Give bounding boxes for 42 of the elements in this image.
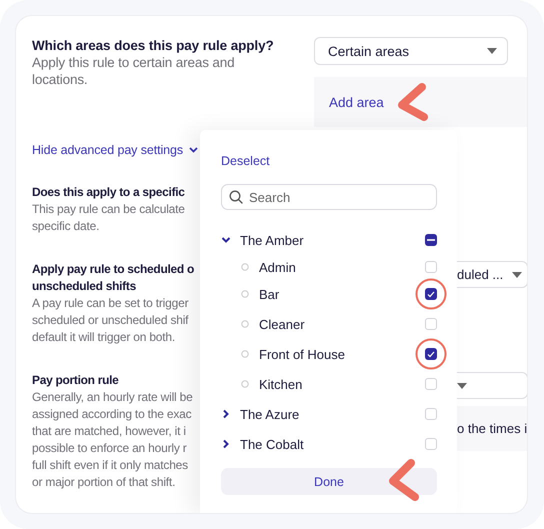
setting-description: Generally, an hourly rate will be assigned according to the exac that are matched, however, it i possible to enforce an hourly r full shift even if it only matches or major portion of that shift. — [32, 389, 193, 491]
area-item[interactable]: Front of House — [259, 346, 425, 362]
search-field[interactable]: Search — [221, 184, 437, 210]
setting-description: A pay rule can be set to trigger scheduled or unscheduled shif default it will trigger on both. — [32, 295, 188, 346]
bullet-icon — [241, 350, 249, 358]
add-area-link[interactable]: Add area — [329, 94, 384, 110]
checkbox[interactable] — [425, 234, 437, 246]
caret-icon — [487, 48, 497, 54]
deselect-link[interactable]: Deselect — [221, 154, 270, 168]
chevron-icon[interactable] — [221, 409, 231, 419]
bullet-icon — [241, 290, 249, 298]
select-value: duled ... — [457, 267, 504, 282]
setting-description: This pay rule can be calculate specific date. — [32, 201, 185, 235]
info-text: o the times i — [457, 421, 527, 436]
done-button[interactable]: Done — [221, 468, 437, 495]
advanced-settings-toggle[interactable]: Hide advanced pay settings — [32, 143, 198, 157]
caret-icon — [457, 382, 467, 388]
caret-icon — [512, 272, 522, 278]
question-description: Apply this rule to certain areas and locations. — [32, 54, 234, 88]
area-item[interactable]: Kitchen — [259, 376, 425, 392]
checkmark-icon — [427, 350, 435, 358]
bullet-icon — [241, 320, 249, 328]
checkbox[interactable] — [425, 348, 437, 360]
area-item[interactable]: Admin — [259, 260, 425, 274]
area-item[interactable]: Bar — [259, 286, 425, 302]
area-item[interactable]: The Amber — [240, 232, 425, 248]
chevron-icon[interactable] — [221, 439, 231, 449]
area-scope-select[interactable]: Certain areas — [314, 37, 508, 65]
chevron-icon[interactable] — [221, 235, 231, 245]
setting-title: Apply pay rule to scheduled o unscheduled shifts — [32, 261, 194, 295]
area-item[interactable]: Cleaner — [259, 316, 425, 332]
minus-icon — [427, 239, 435, 241]
bullet-icon — [241, 380, 249, 388]
setting-title: Pay portion rule — [32, 372, 119, 389]
area-item[interactable]: The Azure — [240, 406, 425, 422]
bullet-icon — [241, 263, 249, 271]
setting-title: Does this apply to a specific — [32, 184, 185, 201]
question-title: Which areas does this pay rule apply? — [32, 37, 274, 54]
checkmark-icon — [427, 290, 435, 298]
checkbox[interactable] — [425, 288, 437, 300]
search-icon — [229, 190, 243, 204]
area-item[interactable]: The Cobalt — [240, 436, 425, 452]
